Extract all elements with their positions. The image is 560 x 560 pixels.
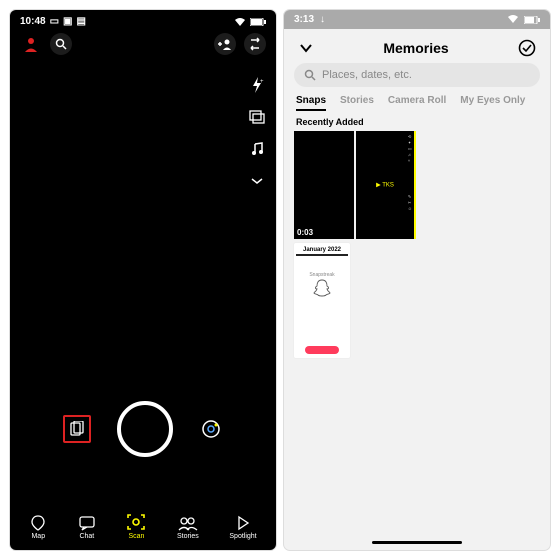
battery-icon xyxy=(250,18,266,26)
recent-grid: 0:03 ⟲✦▭♫˅ ✎✂☺ ▶ TKS xyxy=(284,131,550,239)
thumb-duration: 0:03 xyxy=(297,228,313,237)
snap-thumb[interactable]: 0:03 xyxy=(294,131,354,239)
thumb-tool-icons: ⟲✦▭♫˅ ✎✂☺ xyxy=(408,134,412,211)
close-chevron-icon[interactable] xyxy=(298,40,314,56)
profile-button[interactable] xyxy=(20,33,42,55)
status-time: 10:48 xyxy=(20,16,46,27)
camera-screen: 10:48 ▭ ▣ ▤ xyxy=(10,10,276,550)
lens-explorer-button[interactable] xyxy=(199,417,223,441)
nav-scan[interactable]: Scan xyxy=(126,513,146,540)
bottom-nav: Map Chat Scan Stories Spotlight xyxy=(10,507,276,550)
thumb-tag: ▶ TKS xyxy=(376,182,394,189)
status-bar: 10:48 ▭ ▣ ▤ xyxy=(10,10,276,29)
snap-thumb[interactable]: ⟲✦▭♫˅ ✎✂☺ ▶ TKS xyxy=(356,131,416,239)
status-app-icon: ▤ xyxy=(76,16,85,27)
nav-label: Spotlight xyxy=(229,533,256,540)
nav-map[interactable]: Map xyxy=(29,515,47,540)
ghost-icon xyxy=(312,278,332,298)
top-bar xyxy=(10,29,276,59)
nav-label: Scan xyxy=(128,533,144,540)
thumb-action-button xyxy=(305,346,339,354)
nav-stories[interactable]: Stories xyxy=(177,515,199,540)
memories-button[interactable] xyxy=(63,415,91,443)
memories-header: Memories xyxy=(284,29,550,63)
memories-screen: 3:13 ↓ Memories Places, dates, etc. Snap… xyxy=(284,10,550,550)
shutter-row xyxy=(10,401,276,457)
section-recently-added: Recently Added xyxy=(284,111,550,131)
month-label: January 2022 xyxy=(296,247,348,253)
nav-chat[interactable]: Chat xyxy=(78,515,96,540)
wifi-icon xyxy=(507,15,519,24)
wifi-icon xyxy=(234,17,246,27)
status-time: 3:13 xyxy=(294,14,314,25)
page-title: Memories xyxy=(383,40,448,56)
add-friend-button[interactable] xyxy=(214,33,236,55)
status-app-icon: ▣ xyxy=(63,16,72,27)
tab-stories[interactable]: Stories xyxy=(340,95,374,111)
select-button[interactable] xyxy=(518,39,536,57)
tab-my-eyes-only[interactable]: My Eyes Only xyxy=(460,95,525,111)
battery-icon xyxy=(524,16,540,24)
memories-tabs: Snaps Stories Camera Roll My Eyes Only xyxy=(284,95,550,111)
home-indicator xyxy=(372,541,462,544)
status-gallery-icon: ▭ xyxy=(50,16,59,27)
search-placeholder: Places, dates, etc. xyxy=(322,69,412,81)
thumb-divider xyxy=(296,254,348,256)
viewfinder[interactable] xyxy=(10,59,276,507)
nav-label: Chat xyxy=(79,533,94,540)
search-icon xyxy=(304,69,316,81)
tab-camera-roll[interactable]: Camera Roll xyxy=(388,95,446,111)
nav-label: Map xyxy=(31,533,45,540)
shutter-button[interactable] xyxy=(117,401,173,457)
month-thumb[interactable]: January 2022 Snapstreak xyxy=(294,243,350,358)
tab-snaps[interactable]: Snaps xyxy=(296,95,326,111)
download-icon: ↓ xyxy=(320,14,325,25)
nav-spotlight[interactable]: Spotlight xyxy=(229,515,256,540)
search-button[interactable] xyxy=(50,33,72,55)
status-bar: 3:13 ↓ xyxy=(284,10,550,29)
flip-camera-button[interactable] xyxy=(244,33,266,55)
search-input[interactable]: Places, dates, etc. xyxy=(294,63,540,87)
nav-label: Stories xyxy=(177,533,199,540)
